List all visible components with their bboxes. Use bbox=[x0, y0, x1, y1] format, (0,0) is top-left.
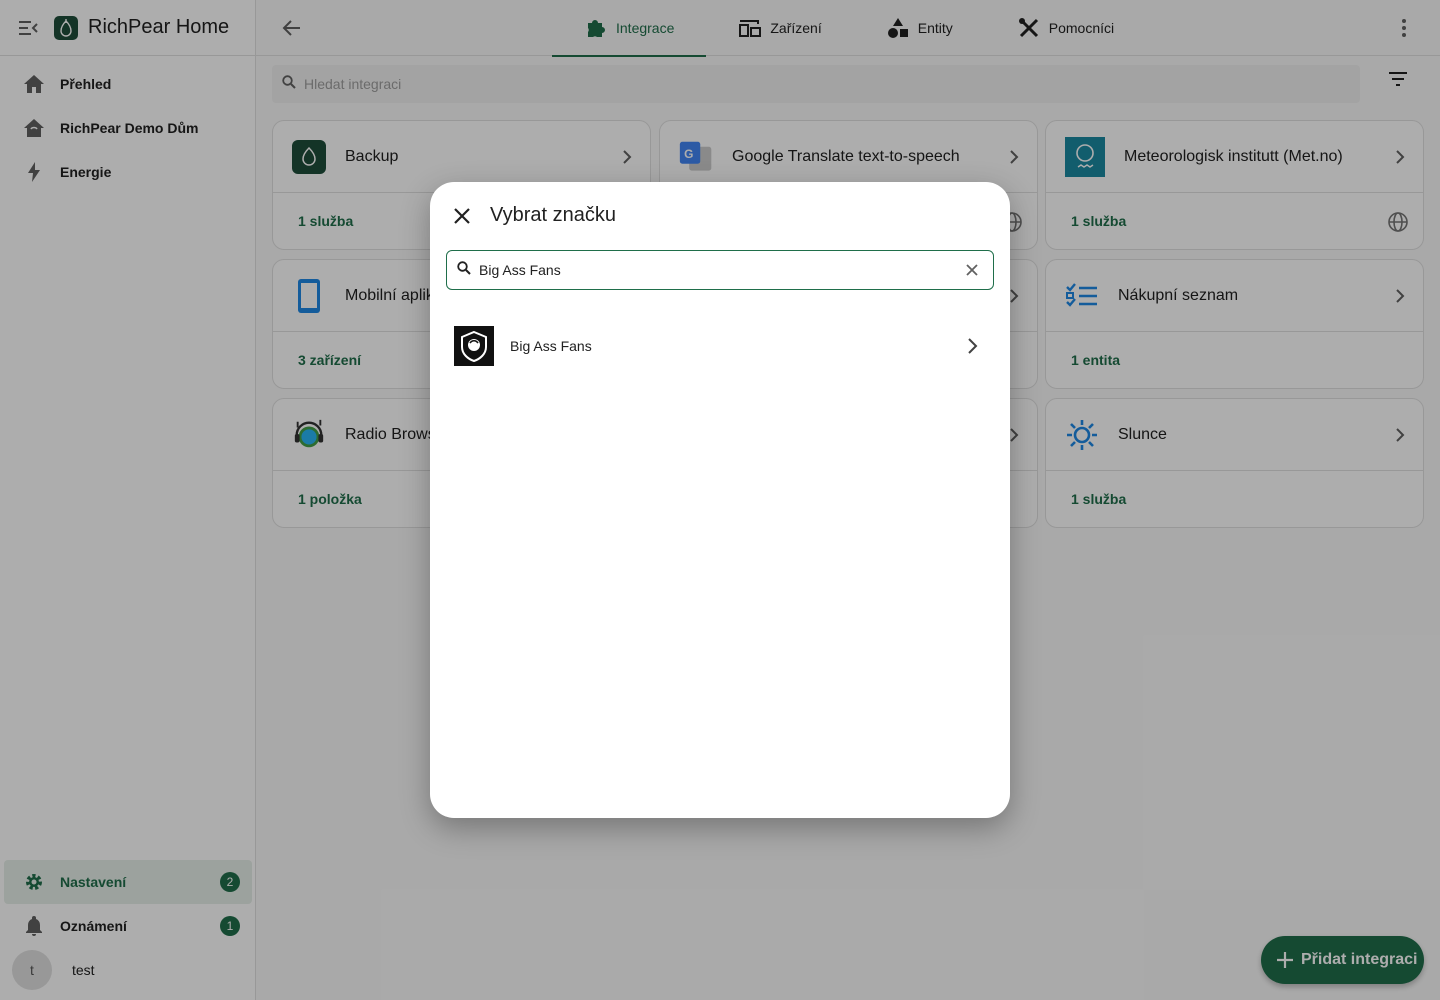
brand-result-item[interactable]: Big Ass Fans bbox=[430, 316, 1010, 376]
search-icon bbox=[457, 260, 471, 280]
brand-search-input[interactable]: Big Ass Fans bbox=[446, 250, 994, 290]
dialog-title: Vybrat značku bbox=[490, 204, 616, 226]
brand-result-name: Big Ass Fans bbox=[510, 338, 592, 354]
big-ass-fans-logo-icon bbox=[454, 326, 494, 366]
brand-search-value: Big Ass Fans bbox=[479, 262, 561, 278]
select-brand-dialog: Vybrat značku Big Ass Fans Big Ass Fans bbox=[430, 182, 1010, 818]
close-icon[interactable] bbox=[450, 204, 474, 228]
clear-search-icon[interactable] bbox=[963, 261, 981, 279]
chevron-right-icon bbox=[960, 334, 984, 358]
